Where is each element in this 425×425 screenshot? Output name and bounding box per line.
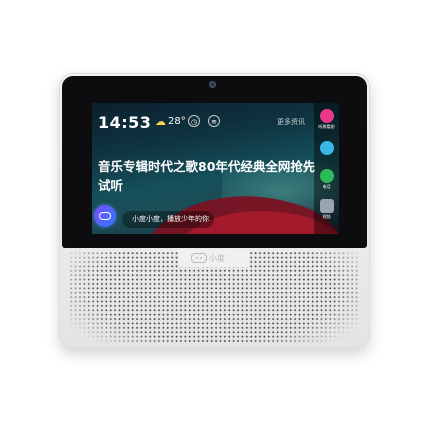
wifi-icon[interactable]: ≋ <box>208 115 220 127</box>
voice-prompt-text: 小度小度，播放少年的你 <box>132 215 209 223</box>
side-app-phone[interactable]: 电话 <box>316 169 337 190</box>
partly-cloudy-icon: ☁ <box>155 115 166 128</box>
side-app-weather[interactable] <box>316 141 337 155</box>
weather-cloud-icon <box>319 141 334 155</box>
side-app-video[interactable]: 视频 <box>316 199 337 220</box>
chevron-left-icon[interactable]: ‹ <box>304 163 308 174</box>
side-app-label: 视频 <box>322 215 331 220</box>
side-app-label: 电话 <box>322 185 331 190</box>
voice-assistant-icon <box>99 212 111 220</box>
brand-logo-text: 小度 <box>209 254 225 263</box>
side-app-panel: 听歌看剧 电话 视频 <box>314 103 339 234</box>
more-news-link[interactable]: 更多资讯 <box>277 117 305 127</box>
home-screen[interactable]: 14:53 ☁ 28° ◷ ≋ 更多资讯 音乐专辑时代之歌80年代经典全网抢先试… <box>92 103 339 234</box>
logo-icon <box>191 253 207 263</box>
smart-display-device: 14:53 ☁ 28° ◷ ≋ 更多资讯 音乐专辑时代之歌80年代经典全网抢先试… <box>59 73 370 348</box>
brand-logo: 小度 <box>191 253 237 265</box>
temperature: 28° <box>168 116 186 127</box>
phone-icon <box>319 169 334 183</box>
side-app-music[interactable]: 听歌看剧 <box>316 109 337 130</box>
video-icon <box>319 199 334 213</box>
side-app-label: 听歌看剧 <box>318 125 335 130</box>
clock-time: 14:53 <box>98 113 152 132</box>
screen-bezel: 14:53 ☁ 28° ◷ ≋ 更多资讯 音乐专辑时代之歌80年代经典全网抢先试… <box>62 76 367 248</box>
music-icon <box>319 109 334 123</box>
camera-icon <box>209 81 216 88</box>
headline-text[interactable]: 音乐专辑时代之歌80年代经典全网抢先试听 <box>98 157 318 195</box>
voice-assistant-button[interactable] <box>94 205 116 227</box>
alarm-icon[interactable]: ◷ <box>188 115 200 127</box>
